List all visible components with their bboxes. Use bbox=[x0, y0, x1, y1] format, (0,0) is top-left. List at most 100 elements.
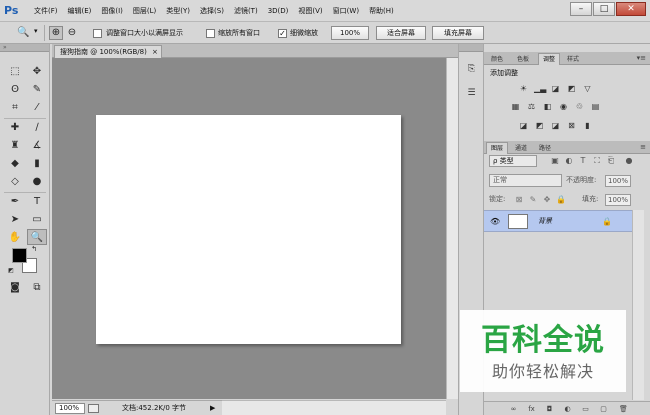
tab-channels[interactable]: 通道 bbox=[510, 142, 532, 154]
menu-filter[interactable]: 滤镜(T) bbox=[230, 0, 264, 22]
brush-tool-icon[interactable]: ∕ bbox=[27, 120, 47, 136]
minimize-button[interactable]: – bbox=[570, 2, 592, 16]
resize-window-checkbox[interactable] bbox=[93, 29, 102, 38]
menu-edit[interactable]: 编辑(E) bbox=[64, 0, 98, 22]
tab-color[interactable]: 颜色 bbox=[486, 53, 508, 65]
new-group-icon[interactable]: ▭ bbox=[580, 404, 591, 414]
vertical-scrollbar[interactable] bbox=[446, 58, 458, 399]
document-canvas[interactable] bbox=[96, 115, 401, 344]
menu-view[interactable]: 视图(V) bbox=[294, 0, 328, 22]
new-adjustment-icon[interactable]: ◐ bbox=[562, 404, 573, 414]
close-button[interactable]: ✕ bbox=[616, 2, 646, 16]
invert-icon[interactable]: ◪ bbox=[518, 121, 529, 131]
foreground-color-swatch[interactable] bbox=[12, 248, 27, 263]
blend-mode-select[interactable]: 正常 bbox=[489, 174, 562, 187]
blur-tool-icon[interactable]: ◇ bbox=[5, 174, 25, 190]
dodge-tool-icon[interactable]: ● bbox=[27, 174, 47, 190]
quick-select-tool-icon[interactable]: ✎ bbox=[27, 82, 47, 98]
filter-adjustment-icon[interactable]: ◐ bbox=[564, 156, 574, 166]
lock-pixels-icon[interactable]: ✎ bbox=[528, 195, 538, 205]
document-tab[interactable]: 搜狗指南 @ 100%(RGB/8) × bbox=[54, 45, 162, 58]
filter-pixel-icon[interactable]: ▣ bbox=[550, 156, 560, 166]
black-white-icon[interactable]: ◧ bbox=[542, 102, 553, 112]
filter-toggle-icon[interactable]: ● bbox=[624, 156, 634, 166]
layers-panel-menu-icon[interactable]: ≡ bbox=[640, 142, 646, 152]
photo-filter-icon[interactable]: ◉ bbox=[558, 102, 569, 112]
delete-layer-icon[interactable]: 🗑 bbox=[618, 404, 629, 414]
hand-tool-icon[interactable]: ✋ bbox=[5, 230, 25, 246]
menu-help[interactable]: 帮助(H) bbox=[365, 0, 400, 22]
threshold-icon[interactable]: ◪ bbox=[550, 121, 561, 131]
lock-position-icon[interactable]: ✥ bbox=[542, 195, 552, 205]
opacity-field[interactable]: 100% bbox=[605, 175, 631, 187]
fit-screen-button[interactable]: 适合屏幕 bbox=[376, 26, 426, 40]
layer-row-background[interactable]: 👁 背景 🔒 bbox=[484, 210, 632, 232]
path-select-tool-icon[interactable]: ➤ bbox=[5, 212, 25, 228]
levels-icon[interactable]: ▁▃ bbox=[534, 84, 546, 94]
zoom-100-button[interactable]: 100% bbox=[331, 26, 369, 40]
toolbox-collapse-icon[interactable]: » bbox=[0, 44, 49, 52]
tab-adjustments[interactable]: 调整 bbox=[538, 53, 561, 65]
eyedropper-tool-icon[interactable]: ⁄ bbox=[27, 100, 47, 116]
menu-type[interactable]: 类型(Y) bbox=[162, 0, 196, 22]
marquee-tool-icon[interactable]: ⬚ bbox=[5, 64, 25, 80]
zoom-in-icon[interactable]: ⊕ bbox=[49, 26, 63, 40]
horizontal-scrollbar[interactable] bbox=[222, 400, 446, 415]
fill-screen-button[interactable]: 填充屏幕 bbox=[432, 26, 484, 40]
brightness-icon[interactable]: ☀ bbox=[518, 84, 529, 94]
canvas-area[interactable] bbox=[52, 58, 446, 399]
chevron-down-icon[interactable]: ▾ bbox=[34, 27, 38, 35]
zoom-all-checkbox[interactable] bbox=[206, 29, 215, 38]
properties-panel-icon[interactable]: ☰ bbox=[463, 86, 480, 101]
tab-layers[interactable]: 图层 bbox=[486, 142, 509, 154]
filter-type-icon[interactable]: T bbox=[578, 156, 588, 166]
tab-paths[interactable]: 路径 bbox=[534, 142, 556, 154]
quick-mask-icon[interactable]: ◙ bbox=[5, 280, 25, 296]
screen-mode-icon[interactable]: ⧉ bbox=[27, 280, 47, 296]
vibrance-icon[interactable]: ▽ bbox=[582, 84, 593, 94]
hue-saturation-icon[interactable]: ▦ bbox=[510, 102, 521, 112]
status-menu-arrow-icon[interactable]: ▶ bbox=[210, 403, 215, 414]
lock-transparent-icon[interactable]: ⊠ bbox=[514, 195, 524, 205]
menu-window[interactable]: 窗口(W) bbox=[329, 0, 365, 22]
zoom-tool-icon[interactable]: 🔍 bbox=[27, 229, 47, 245]
fill-field[interactable]: 100% bbox=[605, 194, 631, 206]
swap-colors-icon[interactable]: ↰ bbox=[28, 244, 40, 254]
selective-color-icon[interactable]: ⊠ bbox=[566, 121, 577, 131]
color-lookup-icon[interactable]: ▤ bbox=[590, 102, 601, 112]
menu-select[interactable]: 选择(S) bbox=[196, 0, 230, 22]
menu-layer[interactable]: 图层(L) bbox=[129, 0, 162, 22]
gradient-map-icon[interactable]: ▮ bbox=[582, 121, 593, 131]
close-tab-icon[interactable]: × bbox=[152, 46, 158, 58]
dock-collapse-icon[interactable] bbox=[459, 44, 483, 52]
scrubby-zoom-checkbox[interactable]: ✓ bbox=[278, 29, 287, 38]
eye-icon[interactable]: 👁 bbox=[490, 217, 500, 227]
type-tool-icon[interactable]: T bbox=[27, 194, 47, 210]
curves-icon[interactable]: ◪ bbox=[550, 84, 561, 94]
pen-tool-icon[interactable]: ✒ bbox=[5, 194, 25, 210]
history-brush-tool-icon[interactable]: ∡ bbox=[27, 138, 47, 154]
layer-style-icon[interactable]: fx bbox=[526, 404, 537, 414]
menu-3d[interactable]: 3D(D) bbox=[264, 0, 295, 22]
link-layers-icon[interactable]: ∞ bbox=[508, 404, 519, 414]
channel-mixer-icon[interactable]: ♲ bbox=[574, 102, 585, 112]
layers-scrollbar[interactable] bbox=[632, 210, 644, 400]
tab-styles[interactable]: 样式 bbox=[562, 53, 584, 65]
proof-icon[interactable] bbox=[88, 404, 99, 413]
filter-shape-icon[interactable]: ⛶ bbox=[592, 156, 602, 166]
lasso-tool-icon[interactable]: ʘ bbox=[5, 82, 25, 98]
exposure-icon[interactable]: ◩ bbox=[566, 84, 577, 94]
zoom-tool-preset-icon[interactable]: 🔍 bbox=[16, 26, 30, 40]
tab-swatches[interactable]: 色板 bbox=[512, 53, 534, 65]
history-panel-icon[interactable]: ⎘ bbox=[463, 62, 480, 77]
posterize-icon[interactable]: ◩ bbox=[534, 121, 545, 131]
crop-tool-icon[interactable]: ⌗ bbox=[5, 100, 25, 116]
default-colors-icon[interactable]: ◩ bbox=[6, 266, 16, 276]
lock-all-icon[interactable]: 🔒 bbox=[556, 195, 566, 205]
maximize-button[interactable]: □ bbox=[593, 2, 615, 16]
healing-brush-tool-icon[interactable]: ✚ bbox=[5, 120, 25, 136]
rectangle-tool-icon[interactable]: ▭ bbox=[27, 212, 47, 228]
layer-mask-icon[interactable]: ◘ bbox=[544, 404, 555, 414]
clone-stamp-tool-icon[interactable]: ♜ bbox=[5, 138, 25, 154]
zoom-out-icon[interactable]: ⊖ bbox=[65, 26, 79, 40]
